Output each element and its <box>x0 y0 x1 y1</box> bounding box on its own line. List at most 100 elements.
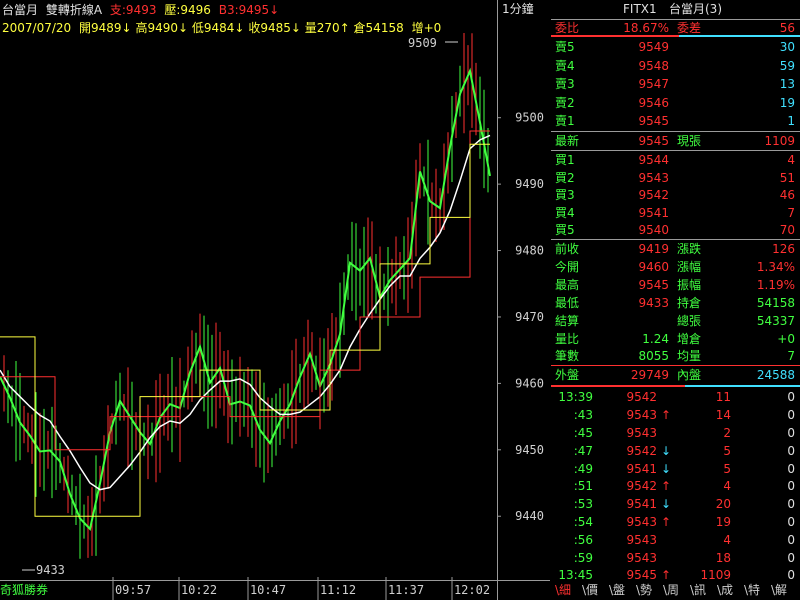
tab-7[interactable]: \特 <box>742 582 762 599</box>
stat-label: 今開 <box>555 259 580 274</box>
tick-arrow: ↓ <box>661 497 672 512</box>
ask-label: 賣4 <box>555 58 575 73</box>
tab-3[interactable]: \勢 <box>634 582 654 599</box>
ask-label: 賣2 <box>555 95 575 110</box>
stat-label: 均量 <box>677 349 702 364</box>
bid-price: 9542 <box>638 188 669 203</box>
tab-0[interactable]: \細 <box>553 582 573 599</box>
tick-time: 13:39 <box>558 390 593 405</box>
ask-label: 賣5 <box>555 40 575 54</box>
tick-qty: 19 <box>715 514 731 529</box>
tick-row: :51 9542 ↑ 4 0 <box>551 477 800 495</box>
tick-time: :59 <box>573 550 593 565</box>
ask-qty: 13 <box>779 77 795 92</box>
outer-inner-row: 外盤 29749 內盤 24588 <box>551 366 800 385</box>
stat-row: 量比 1.24 增倉 +0 <box>551 330 800 348</box>
ask-price: 9546 <box>638 95 669 110</box>
stat-value: 9419 <box>638 242 669 256</box>
price-chart[interactable]: 9440 9450 9460 9470 9480 9490 9500 09:57 10:22 10… <box>0 0 550 600</box>
tick-price: 9542 <box>626 479 657 494</box>
x-tick-label: 09:57 <box>115 583 151 597</box>
outer-value: 29749 <box>630 368 669 383</box>
tick-price: 9541 <box>626 497 657 512</box>
period-selector[interactable]: 1分鐘 <box>502 0 550 17</box>
bid-label: 買2 <box>555 170 575 185</box>
stat-value: 7 <box>787 349 795 364</box>
bid-row: 買5 9540 70 <box>551 221 800 239</box>
tab-8[interactable]: \解 <box>769 582 789 599</box>
tick-qty: 11 <box>715 390 731 405</box>
stat-label: 持倉 <box>677 295 702 310</box>
tick-qty: 5 <box>723 443 731 458</box>
tick-price: 9541 <box>626 461 657 476</box>
high-value: 高9490↓ <box>135 21 189 35</box>
tick-price: 9543 <box>626 514 657 529</box>
stat-label: 最低 <box>555 295 580 310</box>
resistance-value: 壓:9496 <box>164 3 211 17</box>
tick-row: :59 9543 18 0 <box>551 549 800 567</box>
tick-row: :54 9543 ↑ 19 0 <box>551 513 800 531</box>
tab-2[interactable]: \盤 <box>607 582 627 599</box>
tick-qty: 2 <box>723 425 731 440</box>
tick-zero: 0 <box>787 479 795 494</box>
bid-price: 9543 <box>638 170 669 185</box>
bid-price: 9541 <box>638 205 669 220</box>
broker-name: 奇狐勝券 <box>0 583 49 597</box>
low-label: 9433 <box>36 563 65 577</box>
stat-value: 1.19% <box>756 277 795 292</box>
stat-label: 振幅 <box>677 277 702 292</box>
stat-row: 今開 9460 漲幅 1.34% <box>551 258 800 276</box>
contract-name: 台當月(3) <box>669 2 722 16</box>
tab-1[interactable]: \價 <box>580 582 600 599</box>
ask-row: 賣4 9548 59 <box>551 57 800 76</box>
ask-qty: 59 <box>779 58 795 73</box>
stat-value: +0 <box>777 331 795 346</box>
bottom-tab-bar: \細 \價 \盤 \勢 \周 \訊 \成 \特 \解 <box>551 581 800 600</box>
volume-value: 量270↑ <box>304 21 350 35</box>
quote-panel: FITX1 台當月(3) 委比 18.67% 委差 56 賣5 9549 30 賣4 9548 59 賣… <box>551 0 800 600</box>
x-tick-label: 11:12 <box>320 583 356 597</box>
tick-zero: 0 <box>787 425 795 440</box>
x-tick-label: 11:37 <box>388 583 424 597</box>
tick-time: :43 <box>573 408 593 423</box>
tick-row: :47 9542 ↓ 5 0 <box>551 442 800 460</box>
oi-value: 倉54158 <box>353 21 404 35</box>
last-label: 最新 <box>555 134 580 148</box>
tick-row: :53 9541 ↓ 20 0 <box>551 495 800 513</box>
ask-qty: 30 <box>779 40 795 54</box>
y-tick-label: 9500 <box>515 111 544 125</box>
ask-row: 賣1 9545 1 <box>551 112 800 131</box>
ask-label: 賣3 <box>555 77 575 92</box>
b3-value: B3:9495↓ <box>218 3 280 17</box>
tick-zero: 0 <box>787 532 795 547</box>
ask-price: 9547 <box>638 77 669 92</box>
last-price-row: 最新 9545 現張 1109 <box>551 132 800 150</box>
chart-header-line1: 台當月 雙轉折線A 支:9493 壓:9496 B3:9495↓ <box>2 1 279 18</box>
tick-price: 9542 <box>626 443 657 458</box>
y-tick-label: 9470 <box>515 310 544 324</box>
x-tick-label: 12:02 <box>454 583 490 597</box>
chart-area[interactable]: 9440 9450 9460 9470 9480 9490 9500 09:57 10:22 10… <box>0 0 550 600</box>
tab-4[interactable]: \周 <box>661 582 681 599</box>
tab-6[interactable]: \成 <box>715 582 735 599</box>
tick-price: 9543 <box>626 532 657 547</box>
x-tick-label: 10:22 <box>181 583 217 597</box>
bid-row: 買2 9543 51 <box>551 169 800 187</box>
ask-qty: 1 <box>787 114 795 129</box>
stat-row: 最低 9433 持倉 54158 <box>551 294 800 312</box>
tab-5[interactable]: \訊 <box>688 582 708 599</box>
stat-value: 1.24 <box>642 331 669 346</box>
stat-label: 前收 <box>555 242 580 256</box>
volume-label: 現張 <box>677 134 702 148</box>
outer-label: 外盤 <box>555 368 580 383</box>
tick-zero: 0 <box>787 408 795 423</box>
tick-time: :53 <box>573 497 593 512</box>
stat-value: 1.34% <box>756 259 795 274</box>
quote-title: FITX1 台當月(3) <box>551 0 800 19</box>
ask-row: 賣3 9547 13 <box>551 75 800 94</box>
ask-row: 賣2 9546 19 <box>551 94 800 113</box>
tick-time: :51 <box>573 479 593 494</box>
more-value: 增+0 <box>411 21 442 35</box>
chart-status-bar: 奇狐勝券 <box>0 581 48 600</box>
inner-value: 24588 <box>756 368 795 383</box>
